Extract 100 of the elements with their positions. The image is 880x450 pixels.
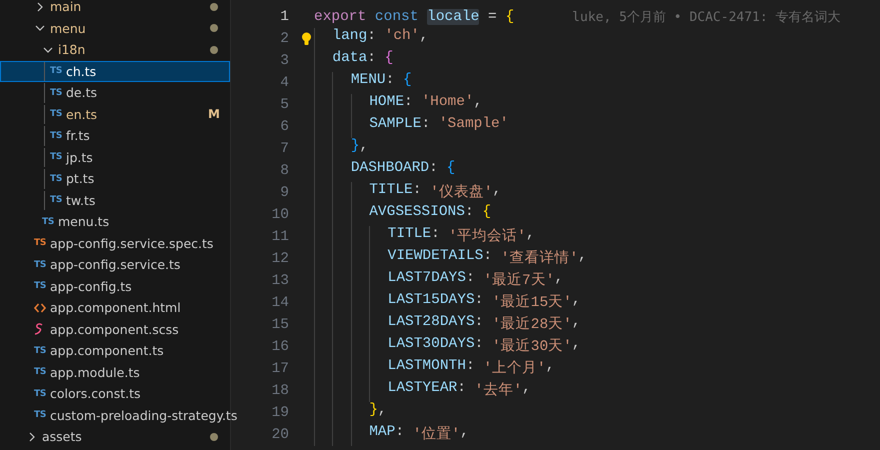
line-number: 4 bbox=[279, 75, 289, 91]
file-name: assets bbox=[42, 429, 82, 444]
code-line: data: { bbox=[314, 50, 394, 72]
code-line: SAMPLE: 'Sample' bbox=[314, 116, 508, 138]
file-tree-item[interactable]: TS ch.ts bbox=[0, 60, 230, 82]
line-number: 3 bbox=[279, 53, 289, 69]
typescript-file-icon: TS bbox=[50, 109, 62, 120]
typescript-file-icon: TS bbox=[34, 238, 46, 248]
line-number: 11 bbox=[270, 229, 289, 245]
line-number: 15 bbox=[270, 317, 289, 333]
file-name: jp.ts bbox=[66, 150, 93, 165]
code-line: TITLE: '仪表盘', bbox=[314, 182, 502, 204]
file-tree-item[interactable]: TS app-config.service.spec.ts bbox=[0, 232, 230, 254]
file-name: colors.const.ts bbox=[50, 386, 141, 402]
file-name: app.component.scss bbox=[50, 322, 179, 337]
file-tree-item[interactable]: TS app.module.ts bbox=[0, 362, 230, 383]
typescript-file-icon: TS bbox=[50, 66, 62, 76]
line-number: 17 bbox=[270, 361, 289, 377]
file-name: i18n bbox=[58, 42, 86, 58]
line-number: 6 bbox=[279, 119, 289, 135]
typescript-file-icon: TS bbox=[34, 260, 46, 270]
line-number: 1 bbox=[279, 9, 289, 25]
code-line: LAST30DAYS: '最近30天', bbox=[314, 336, 581, 358]
git-status-label: M bbox=[208, 107, 220, 122]
file-tree-item[interactable]: TS app.component.ts bbox=[0, 340, 230, 362]
line-number: 5 bbox=[279, 97, 289, 113]
file-name: menu bbox=[50, 20, 86, 36]
file-name: app-config.service.ts bbox=[50, 257, 180, 272]
code-line: }, bbox=[314, 402, 387, 424]
line-number: 2 bbox=[279, 31, 289, 47]
line-number: 20 bbox=[270, 427, 289, 443]
line-number: 18 bbox=[270, 383, 289, 399]
code-line: LASTMONTH: '上个月', bbox=[314, 358, 554, 380]
file-name: main bbox=[50, 0, 82, 14]
code-line: LAST28DAYS: '最近28天', bbox=[314, 314, 581, 336]
code-line: TITLE: '平均会话', bbox=[314, 226, 535, 248]
file-name: app.component.html bbox=[50, 300, 181, 316]
typescript-file-icon: TS bbox=[34, 281, 46, 292]
code-line: lang: 'ch', bbox=[314, 28, 428, 50]
typescript-file-icon: TS bbox=[34, 388, 46, 399]
code-line: LASTYEAR: '去年', bbox=[314, 380, 531, 402]
file-name: de.ts bbox=[66, 85, 98, 100]
file-tree-item[interactable]: app.component.scss bbox=[0, 318, 230, 340]
line-number: 12 bbox=[270, 251, 289, 267]
typescript-file-icon: TS bbox=[50, 88, 62, 98]
file-tree-item[interactable]: assets bbox=[0, 426, 230, 448]
file-name: fr.ts bbox=[66, 128, 90, 144]
typescript-file-icon: TS bbox=[34, 346, 46, 356]
file-name: app.module.ts bbox=[50, 364, 140, 380]
code-line: LAST15DAYS: '最近15天', bbox=[314, 292, 581, 314]
file-tree-item[interactable]: i18n bbox=[0, 39, 230, 60]
code-line: }, bbox=[314, 138, 368, 160]
code-line: DASHBOARD: { bbox=[314, 160, 456, 182]
line-number: 13 bbox=[270, 273, 289, 289]
file-tree-item[interactable]: menu bbox=[0, 18, 230, 39]
line-number: 10 bbox=[270, 207, 289, 223]
code-line: VIEWDETAILS: '查看详情', bbox=[314, 248, 587, 270]
file-name: tw.ts bbox=[66, 192, 96, 208]
file-tree-item[interactable]: TS menu.ts bbox=[0, 211, 230, 232]
typescript-file-icon: TS bbox=[50, 195, 62, 206]
typescript-file-icon: TS bbox=[50, 174, 62, 184]
git-blame-annotation: luke, 5个月前 • DCAC-2471: 专有名词大 bbox=[572, 9, 841, 26]
file-tree-item[interactable]: app.component.html bbox=[0, 297, 230, 318]
line-number: 14 bbox=[270, 295, 289, 311]
typescript-file-icon: TS bbox=[50, 130, 62, 141]
sass-file-icon bbox=[34, 323, 44, 336]
typescript-file-icon: TS bbox=[34, 367, 46, 378]
file-tree-item[interactable]: TS app-config.ts bbox=[0, 276, 230, 297]
code-line: HOME: 'Home', bbox=[314, 94, 482, 116]
code-line: MAP: '位置', bbox=[314, 424, 469, 446]
code-line: LAST7DAYS: '最近7天', bbox=[314, 270, 564, 292]
line-number: 9 bbox=[279, 185, 289, 201]
file-tree-item[interactable]: TS de.ts bbox=[0, 82, 230, 104]
typescript-file-icon: TS bbox=[42, 216, 54, 227]
line-number: 7 bbox=[279, 141, 289, 157]
file-name: menu.ts bbox=[58, 214, 110, 230]
file-name: custom-preloading-strategy.ts bbox=[50, 408, 238, 423]
file-tree-item[interactable]: TS en.ts M bbox=[0, 104, 230, 125]
file-tree-item[interactable]: TS app-config.service.ts bbox=[0, 254, 230, 276]
code-line: MENU: { bbox=[314, 72, 412, 94]
file-name: app-config.ts bbox=[50, 278, 132, 294]
code-line: AVGSESSIONS: { bbox=[314, 204, 492, 226]
file-tree-item[interactable]: TS jp.ts bbox=[0, 146, 230, 168]
lightbulb-icon[interactable] bbox=[301, 32, 312, 46]
file-tree-item[interactable]: TS tw.ts bbox=[0, 190, 230, 211]
file-tree-item[interactable]: TS colors.const.ts bbox=[0, 383, 230, 404]
typescript-file-icon: TS bbox=[50, 152, 62, 162]
file-tree-item[interactable]: TS pt.ts bbox=[0, 168, 230, 190]
code-brackets-icon bbox=[34, 302, 46, 313]
file-name: en.ts bbox=[66, 106, 97, 122]
typescript-file-icon: TS bbox=[34, 410, 46, 420]
file-name: app-config.service.spec.ts bbox=[50, 236, 214, 251]
code-line: export const locale = { bbox=[314, 9, 514, 25]
file-name: app.component.ts bbox=[50, 343, 164, 358]
line-number: 8 bbox=[279, 163, 289, 179]
file-tree-item[interactable]: TS fr.ts bbox=[0, 125, 230, 146]
file-name: ch.ts bbox=[66, 64, 96, 79]
file-tree-item[interactable]: main bbox=[0, 0, 230, 18]
line-number: 16 bbox=[270, 339, 289, 355]
file-name: pt.ts bbox=[66, 171, 94, 186]
